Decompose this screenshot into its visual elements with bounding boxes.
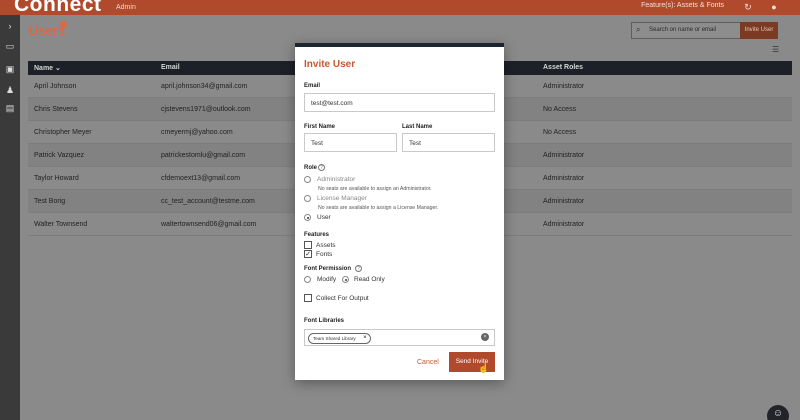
role-option-user: User: [317, 214, 331, 221]
cell-email: waltertownsend06@gmail.com: [161, 221, 257, 228]
users-icon[interactable]: ♟: [4, 84, 16, 96]
refresh-icon[interactable]: ↻: [742, 1, 754, 13]
chevron-right-icon[interactable]: ›: [4, 20, 16, 32]
invite-user-button[interactable]: Invite User: [740, 22, 778, 39]
column-header-asset-roles[interactable]: Asset Roles: [543, 64, 583, 71]
first-name-field[interactable]: Test: [304, 133, 397, 152]
image-icon[interactable]: ▣: [4, 63, 16, 75]
help-avatar-button[interactable]: ☺: [767, 405, 789, 420]
cell-asset-role: Administrator: [543, 221, 585, 228]
cell-email: cc_test_account@testme.com: [161, 198, 255, 205]
collect-for-output-checkbox[interactable]: [304, 294, 312, 302]
permission-radio-read-only[interactable]: [342, 276, 349, 283]
cell-asset-role: Administrator: [543, 152, 585, 159]
permission-option-read-only: Read Only: [354, 276, 385, 283]
permission-radio-modify[interactable]: [304, 276, 311, 283]
clear-icon[interactable]: ×: [481, 333, 489, 341]
cell-asset-role: Administrator: [543, 83, 585, 90]
font-libraries-label: Font Libraries: [304, 318, 345, 324]
cell-name: Taylor Howard: [34, 175, 79, 182]
cell-email: april.johnson34@gmail.com: [161, 83, 248, 90]
feature-option-fonts: Fonts: [316, 251, 333, 258]
role-option-license-manager: License Manager: [317, 195, 367, 202]
invite-user-modal: Invite User Email test@test.com First Na…: [295, 43, 504, 380]
question-circle-icon[interactable]: ?: [318, 164, 325, 171]
cell-email: cmeyermj@yahoo.com: [161, 129, 233, 136]
feature-option-assets: Assets: [316, 242, 336, 249]
folder-icon[interactable]: ▭: [4, 40, 16, 52]
cell-name: Walter Townsend: [34, 221, 88, 228]
role-radio-administrator[interactable]: [304, 176, 311, 183]
user-menu-icon[interactable]: ●: [768, 1, 780, 13]
app-logo-subtitle: Admin: [116, 4, 136, 11]
cell-name: Chris Stevens: [34, 106, 78, 113]
modal-title: Invite User: [304, 59, 356, 70]
email-field[interactable]: test@test.com: [304, 93, 495, 112]
permission-option-modify: Modify: [317, 276, 337, 283]
search-icon: ⌕: [636, 25, 641, 34]
role-radio-user[interactable]: [304, 214, 311, 221]
notification-dot: [60, 21, 67, 28]
features-label: Features: [304, 232, 330, 238]
collect-for-output-label: Collect For Output: [316, 295, 369, 302]
feature-checkbox-assets[interactable]: [304, 241, 312, 249]
first-name-label: First Name: [304, 124, 336, 130]
cell-name: Test Borig: [34, 198, 66, 205]
last-name-field[interactable]: Test: [402, 133, 495, 152]
pointer-cursor-icon: ☝: [478, 363, 490, 373]
column-header-name[interactable]: Name ⌄: [34, 64, 61, 72]
cell-asset-role: Administrator: [543, 175, 585, 182]
column-header-email[interactable]: Email: [161, 64, 180, 71]
cell-email: cjstevens1971@outlook.com: [161, 106, 251, 113]
role-note-license-manager: No seats are available to assign a Licen…: [318, 205, 439, 211]
last-name-label: Last Name: [402, 124, 433, 130]
cancel-button[interactable]: Cancel: [417, 359, 439, 366]
cell-asset-role: Administrator: [543, 198, 585, 205]
library-chip: Team Shared Library ×: [308, 333, 371, 344]
cell-name: Patrick Vazquez: [34, 152, 85, 159]
filter-icon[interactable]: ☰: [772, 45, 779, 54]
top-bar: Connect Admin Feature(s): Assets & Fonts…: [0, 0, 800, 16]
role-label: Role: [304, 165, 318, 171]
close-icon[interactable]: ×: [363, 334, 367, 343]
role-option-administrator: Administrator: [317, 176, 356, 183]
cell-name: April Johnson: [34, 83, 77, 90]
cell-email: cfdemoext13@gmail.com: [161, 175, 241, 182]
cell-name: Christopher Meyer: [34, 129, 92, 136]
font-permission-label: Font Permission: [304, 266, 352, 272]
cell-asset-role: No Access: [543, 106, 577, 113]
role-radio-license-manager[interactable]: [304, 195, 311, 202]
font-libraries-select[interactable]: Team Shared Library × ×: [304, 329, 495, 346]
sidebar: › ▭ ▣ ♟ ▤: [0, 15, 20, 420]
search-input[interactable]: ⌕ Search on name or email: [631, 22, 755, 39]
role-note-administrator: No seats are available to assign an Admi…: [318, 186, 432, 192]
features-indicator: Feature(s): Assets & Fonts: [641, 2, 724, 9]
email-label: Email: [304, 83, 321, 89]
question-circle-icon[interactable]: ?: [355, 265, 362, 272]
library-chip-label: Team Shared Library: [313, 336, 356, 341]
cell-email: patrickestomlu@gmail.com: [161, 152, 246, 159]
feature-checkbox-fonts[interactable]: ✓: [304, 250, 312, 258]
search-placeholder: Search on name or email: [649, 27, 717, 33]
document-icon[interactable]: ▤: [4, 102, 16, 114]
cell-asset-role: No Access: [543, 129, 577, 136]
